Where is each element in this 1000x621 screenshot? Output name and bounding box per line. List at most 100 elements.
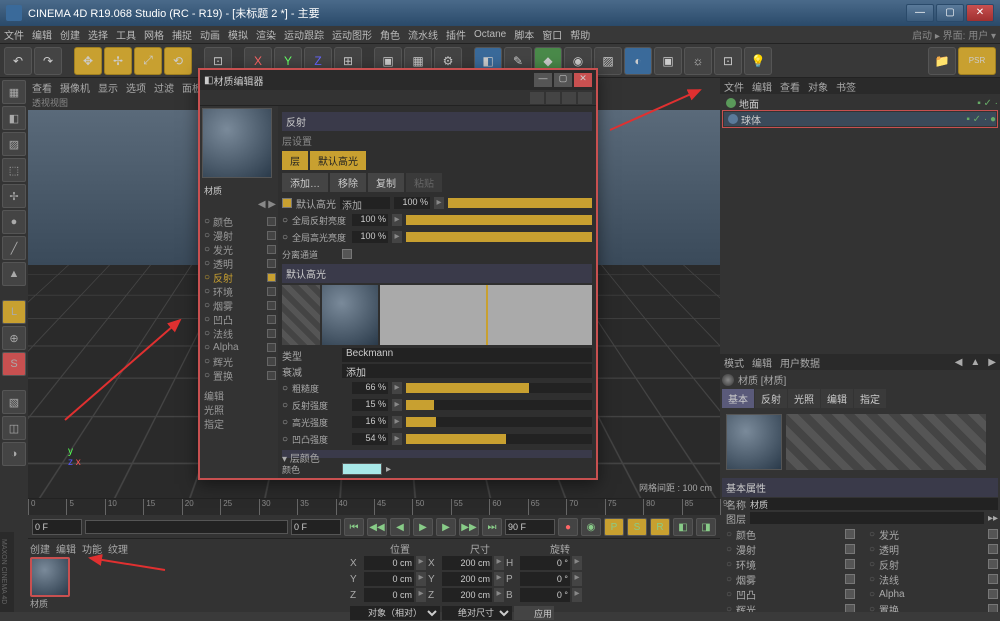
play-button[interactable]: ▶ <box>413 518 433 536</box>
menu-item[interactable]: 网格 <box>144 27 164 42</box>
attr-channel-check[interactable] <box>988 529 998 539</box>
blend-spinner[interactable]: ▸ <box>434 197 444 209</box>
attr-channel-check[interactable] <box>845 544 855 554</box>
attr-name-field[interactable] <box>750 498 998 510</box>
layer-tab-layers[interactable]: 层 <box>282 151 308 170</box>
frame-start-field[interactable] <box>32 519 82 535</box>
axis-mode[interactable]: ✢ <box>2 184 26 208</box>
ch-editor[interactable]: 编辑 <box>202 388 276 402</box>
attr-channel-check[interactable] <box>988 574 998 584</box>
attr-channel-check[interactable] <box>988 544 998 554</box>
pos-field[interactable] <box>364 556 414 570</box>
channel-item[interactable]: ○凹凸 <box>202 312 276 326</box>
dlg-nav-fwd[interactable] <box>562 92 576 104</box>
key-scale[interactable]: S <box>627 518 647 536</box>
spinner[interactable]: ▸ <box>416 588 426 602</box>
spinner[interactable]: ▸ <box>572 572 582 586</box>
menu-item[interactable]: 文件 <box>4 27 24 42</box>
param-value[interactable]: 15 % <box>352 399 388 411</box>
viewport-solo[interactable]: ▧ <box>2 390 26 414</box>
channel-checkbox[interactable] <box>267 217 276 226</box>
tree-item-sphere[interactable]: 球体 ▪ ✓ · ● <box>724 112 996 126</box>
vp-menu[interactable]: 摄像机 <box>60 80 90 95</box>
size-field[interactable] <box>442 588 492 602</box>
dlg-lock[interactable] <box>578 92 592 104</box>
layer-paste[interactable]: 粘贴 <box>406 173 442 192</box>
attr-nav-fwd[interactable]: ▶ <box>988 357 996 368</box>
coord-apply-button[interactable]: 应用 <box>514 606 554 620</box>
obj-tab[interactable]: 书签 <box>836 79 856 94</box>
vp-menu[interactable]: 显示 <box>98 80 118 95</box>
key-rot[interactable]: R <box>650 518 670 536</box>
channel-checkbox[interactable] <box>267 301 276 310</box>
camera[interactable]: ▣ <box>654 47 682 75</box>
layer-remove[interactable]: 移除 <box>330 173 366 192</box>
channel-item[interactable]: ○颜色 <box>202 214 276 228</box>
channel-item[interactable]: ○Alpha <box>202 340 276 354</box>
attr-channel-check[interactable] <box>845 529 855 539</box>
channel-checkbox[interactable] <box>267 357 276 366</box>
layer-add[interactable]: 添加… <box>282 173 328 192</box>
mat-tab[interactable]: 创建 <box>30 541 50 555</box>
dialog-material-preview[interactable] <box>202 108 272 178</box>
param-slider[interactable] <box>406 215 592 225</box>
menu-item[interactable]: 动画 <box>200 27 220 42</box>
attr-top-tab[interactable]: 编辑 <box>752 355 772 370</box>
maximize-button[interactable]: ▢ <box>936 4 964 22</box>
param-value[interactable]: 16 % <box>352 416 388 428</box>
blend-value[interactable]: 100 % <box>394 197 430 209</box>
spinner[interactable]: ▸ <box>572 588 582 602</box>
channel-checkbox[interactable] <box>267 315 276 324</box>
channel-checkbox[interactable] <box>267 245 276 254</box>
layer-color-chip[interactable] <box>342 463 382 475</box>
frame-current-field[interactable] <box>291 519 341 535</box>
dialog-close[interactable]: ✕ <box>574 73 592 87</box>
rot-field[interactable] <box>520 588 570 602</box>
layout-label[interactable]: 启动 ▸ 界面: 用户 ▾ <box>912 27 996 42</box>
spec-curve[interactable] <box>380 285 592 345</box>
goto-start[interactable]: ⏮ <box>344 518 364 536</box>
object-tree[interactable]: 地面 ▪ ✓ · 球体 ▪ ✓ · ● <box>720 94 1000 354</box>
move-tool[interactable]: ✢ <box>104 47 132 75</box>
attr-tab-reflect[interactable]: 反射 <box>755 389 787 408</box>
preview-nav[interactable]: ◀ ▶ <box>258 199 276 210</box>
menu-item[interactable]: 角色 <box>380 27 400 42</box>
undo-button[interactable]: ↶ <box>4 47 32 75</box>
select-tool[interactable]: ✥ <box>74 47 102 75</box>
blend-type-select[interactable]: 添加 <box>340 197 390 209</box>
spinner[interactable]: ▸ <box>392 399 402 411</box>
pos-field[interactable] <box>364 572 414 586</box>
menu-item[interactable]: 流水线 <box>408 27 438 42</box>
type-select[interactable]: Beckmann <box>342 348 592 362</box>
dialog-titlebar[interactable]: ◧ 材质编辑器 — ▢ ✕ <box>200 70 596 90</box>
menu-item[interactable]: Octane <box>474 29 506 40</box>
dialog-mat-name[interactable]: 材质 <box>202 182 276 199</box>
poly-mode[interactable]: ▲ <box>2 262 26 286</box>
menu-item[interactable]: 窗口 <box>542 27 562 42</box>
param-value[interactable]: 100 % <box>352 231 388 243</box>
key-pos[interactable]: P <box>604 518 624 536</box>
scale-tool[interactable]: ⤢ <box>134 47 162 75</box>
attr-tab-assign[interactable]: 指定 <box>854 389 886 408</box>
menu-item[interactable]: 编辑 <box>32 27 52 42</box>
prev-frame[interactable]: ◀ <box>390 518 410 536</box>
param-value[interactable]: 100 % <box>352 214 388 226</box>
param-slider[interactable] <box>406 400 592 410</box>
channel-item[interactable]: ○辉光 <box>202 354 276 368</box>
layer-color-header[interactable]: ▾ 层颜色 <box>282 450 592 458</box>
layer-copy[interactable]: 复制 <box>368 173 404 192</box>
attr-channel-check[interactable] <box>988 559 998 569</box>
menu-item[interactable]: 插件 <box>446 27 466 42</box>
next-key[interactable]: ▶▶ <box>459 518 479 536</box>
param-slider[interactable] <box>406 434 592 444</box>
attr-channel-check[interactable] <box>845 574 855 584</box>
misc-icon[interactable]: ◑ <box>2 442 26 466</box>
snap-toggle[interactable]: ⊕ <box>2 326 26 350</box>
ch-assign[interactable]: 指定 <box>202 416 276 430</box>
psr-reset[interactable]: PSR <box>958 47 996 75</box>
spinner[interactable]: ▸ <box>392 231 402 243</box>
attr-nav-back[interactable]: ◀ <box>955 357 963 368</box>
goto-end[interactable]: ⏭ <box>482 518 502 536</box>
content-browser[interactable]: 📁 <box>928 47 956 75</box>
mat-tab[interactable]: 功能 <box>82 541 102 555</box>
